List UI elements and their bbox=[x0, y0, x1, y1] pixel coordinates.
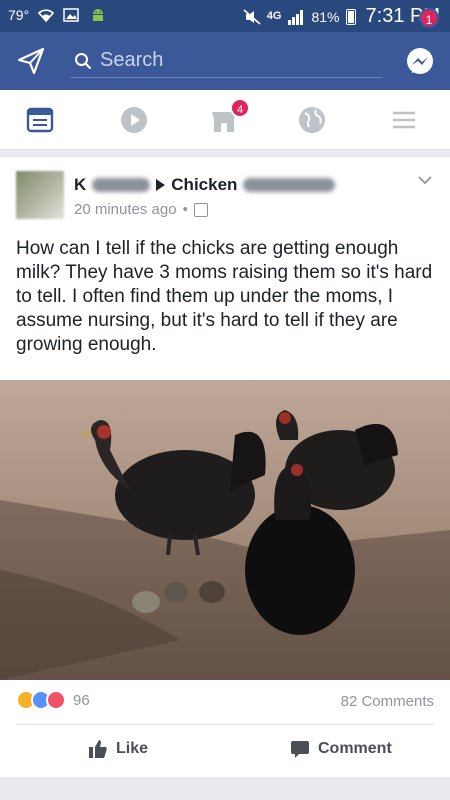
redacted-group-name bbox=[243, 178, 336, 192]
tab-news-feed[interactable] bbox=[24, 104, 56, 136]
dot-separator: • bbox=[182, 201, 188, 218]
search-icon bbox=[75, 52, 92, 69]
post-photo[interactable] bbox=[0, 380, 450, 680]
send-icon[interactable] bbox=[16, 46, 46, 76]
like-label: Like bbox=[116, 740, 149, 757]
tab-watch[interactable] bbox=[118, 104, 150, 136]
divider bbox=[16, 724, 434, 725]
app-header bbox=[0, 32, 450, 90]
post-text: How can I tell if the chicks are getting… bbox=[16, 238, 433, 355]
nav-tabs bbox=[0, 90, 450, 150]
search-input[interactable] bbox=[100, 49, 360, 72]
audience-icon bbox=[193, 202, 208, 217]
tab-notifications[interactable] bbox=[296, 104, 328, 136]
battery-icon bbox=[345, 8, 356, 25]
marketplace-badge: 4 bbox=[230, 98, 250, 118]
reaction-count: 96 bbox=[73, 691, 90, 709]
post-author[interactable]: K Chicken bbox=[74, 175, 336, 195]
network-indicator: 4G bbox=[266, 10, 282, 22]
comment-icon bbox=[291, 741, 309, 758]
messenger-icon[interactable] bbox=[404, 46, 436, 78]
globe-icon bbox=[299, 107, 325, 133]
post-options-chevron-icon[interactable] bbox=[418, 175, 432, 185]
reactions-summary[interactable]: 96 bbox=[16, 690, 90, 710]
status-bar: 79° 4G 81% 7:31 PM bbox=[0, 0, 450, 32]
wifi-icon bbox=[37, 7, 55, 23]
redacted-name bbox=[92, 178, 151, 192]
news-feed-icon bbox=[26, 107, 54, 133]
comment-label: Comment bbox=[318, 740, 392, 757]
feed-post: K Chicken 20 minutes ago • How can I tel… bbox=[0, 157, 450, 777]
thumbs-up-icon bbox=[89, 740, 107, 758]
comments-count[interactable]: 82 Comments bbox=[341, 693, 434, 710]
battery-percent: 81% bbox=[311, 8, 340, 25]
mute-icon bbox=[243, 8, 261, 25]
tab-menu[interactable] bbox=[388, 104, 420, 136]
search-bar[interactable] bbox=[70, 44, 382, 78]
love-reaction-icon bbox=[46, 690, 66, 710]
avatar[interactable] bbox=[16, 171, 64, 219]
author-name[interactable]: K bbox=[74, 175, 86, 195]
hamburger-menu-icon bbox=[393, 111, 415, 129]
group-name[interactable]: Chicken bbox=[171, 175, 237, 195]
android-icon bbox=[89, 7, 107, 23]
comment-button[interactable]: Comment bbox=[290, 739, 392, 759]
play-icon bbox=[121, 107, 147, 133]
image-notification-icon bbox=[63, 7, 81, 23]
signal-icon bbox=[287, 9, 305, 25]
post-timestamp[interactable]: 20 minutes ago bbox=[74, 201, 177, 218]
post-meta: 20 minutes ago • bbox=[74, 201, 208, 218]
shared-to-arrow-icon bbox=[156, 179, 166, 191]
like-button[interactable]: Like bbox=[88, 739, 148, 759]
temperature-label: 79° bbox=[8, 7, 30, 23]
messenger-badge: 1 bbox=[419, 8, 439, 28]
